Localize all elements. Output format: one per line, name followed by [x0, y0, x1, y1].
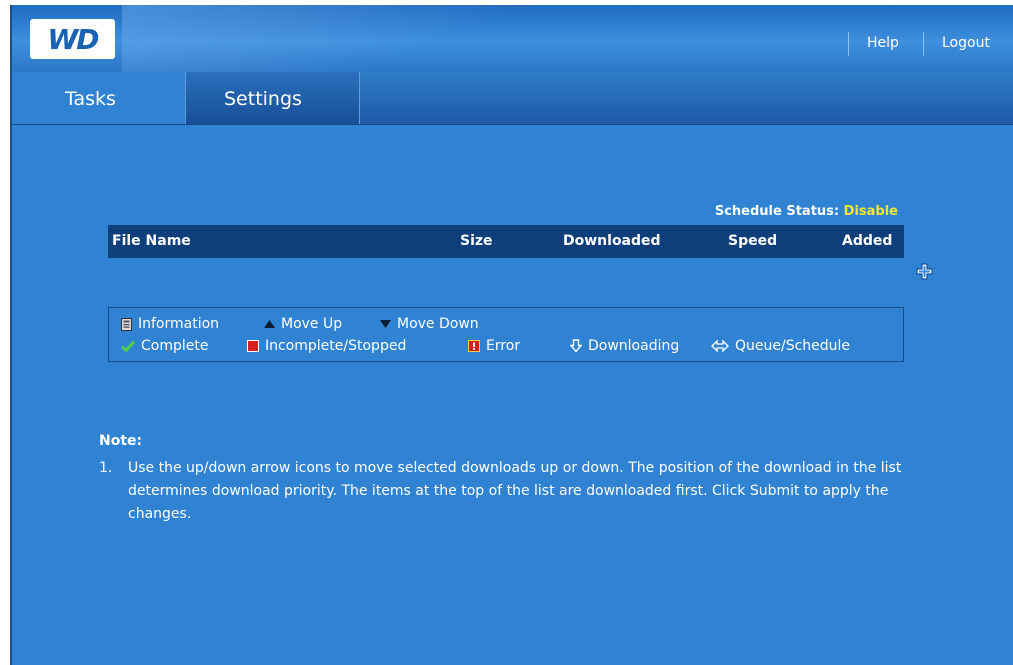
tab-tasks[interactable]: Tasks [12, 72, 185, 124]
legend-item-incomplete-stopped: Incomplete/Stopped [247, 338, 406, 354]
wd-logo: WD [30, 19, 115, 59]
note-title: Note: [99, 433, 143, 449]
legend-label: Queue/Schedule [735, 338, 851, 354]
note-list: 1. Use the up/down arrow icons to move s… [99, 457, 919, 526]
schedule-status: Schedule Status: Disable [632, 204, 898, 219]
legend-label: Information [138, 316, 220, 332]
legend-item-queue-schedule: Queue/Schedule [711, 338, 850, 354]
header-separator [923, 32, 924, 56]
schedule-status-label: Schedule Status: [714, 204, 840, 219]
note-item: 1. Use the up/down arrow icons to move s… [99, 457, 919, 526]
downloading-icon [570, 339, 582, 353]
legend-label: Error [486, 338, 521, 354]
plus-icon [916, 263, 933, 280]
incomplete-stopped-icon [247, 340, 259, 352]
information-icon [121, 317, 132, 331]
legend-item-downloading: Downloading [570, 338, 679, 354]
move-down-icon [380, 320, 391, 328]
legend-label: Move Up [281, 316, 343, 332]
note-item-text: Use the up/down arrow icons to move sele… [128, 460, 902, 522]
logout-link[interactable]: Logout [942, 35, 990, 51]
column-added[interactable]: Added [842, 233, 892, 249]
move-up-icon [264, 320, 275, 328]
column-speed[interactable]: Speed [728, 233, 777, 249]
icon-legend: Information Move Up Move Down Complete I… [108, 307, 904, 362]
legend-item-information: Information [121, 316, 219, 332]
note-item-number: 1. [99, 460, 113, 476]
column-file-name[interactable]: File Name [112, 233, 191, 249]
legend-label: Downloading [588, 338, 680, 354]
legend-item-move-down: Move Down [380, 316, 479, 332]
legend-item-complete: Complete [121, 338, 208, 354]
help-link[interactable]: Help [867, 35, 899, 51]
legend-label: Complete [141, 338, 209, 354]
header: WD Help Logout [12, 5, 1013, 72]
column-downloaded[interactable]: Downloaded [563, 233, 661, 249]
complete-icon [121, 340, 135, 352]
legend-label: Move Down [397, 316, 479, 332]
app-frame: WD Help Logout Tasks Settings Schedule S… [10, 5, 1013, 665]
tab-bar: Tasks Settings [12, 72, 1013, 125]
schedule-status-value[interactable]: Disable [844, 204, 898, 219]
add-download-button[interactable] [916, 263, 933, 280]
legend-label: Incomplete/Stopped [265, 338, 407, 354]
error-icon [468, 340, 480, 352]
legend-item-move-up: Move Up [264, 316, 342, 332]
downloads-table-header: File Name Size Downloaded Speed Added [108, 225, 904, 258]
column-size[interactable]: Size [460, 233, 493, 249]
queue-schedule-icon [711, 340, 729, 352]
tab-settings[interactable]: Settings [185, 72, 360, 124]
header-decoration [122, 5, 542, 72]
legend-item-error: Error [468, 338, 520, 354]
logo-text: WD [47, 22, 99, 56]
header-separator [848, 32, 849, 56]
